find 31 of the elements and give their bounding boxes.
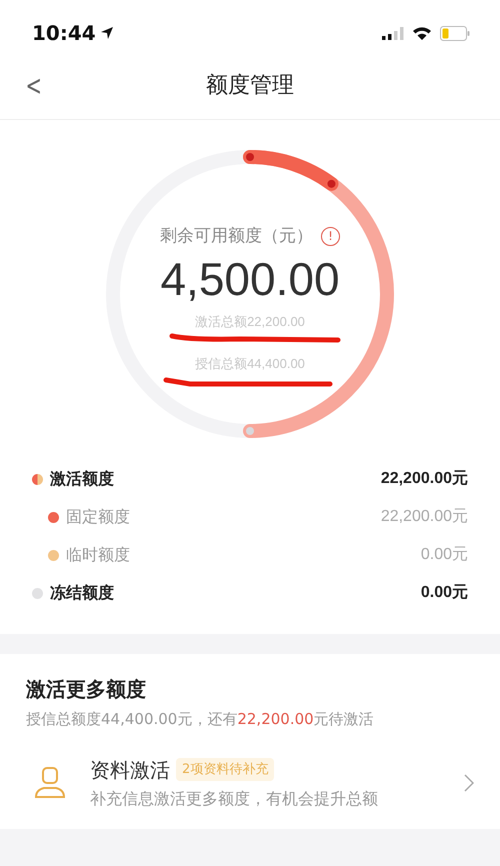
status-time: 10:44	[32, 20, 96, 47]
info-icon[interactable]: !	[321, 227, 340, 246]
person-icon	[34, 766, 66, 800]
entry-description: 补充信息激活更多额度，有机会提升总额	[90, 788, 379, 810]
quota-value: 0.00元	[420, 583, 468, 603]
ring-label: 剩余可用额度（元）	[160, 225, 313, 248]
wifi-icon	[412, 26, 432, 40]
chevron-right-icon	[464, 774, 474, 792]
quota-value: 0.00元	[420, 545, 468, 565]
arc-end-dot	[246, 427, 254, 435]
activation-entry[interactable]: 资料激活 2项资料待补充 补充信息激活更多额度，有机会提升总额	[26, 754, 474, 810]
section-title: 激活更多额度	[26, 676, 147, 703]
quota-value: 22,200.00元	[380, 507, 468, 527]
quota-label: 临时额度	[66, 544, 130, 566]
page-title: 额度管理	[206, 72, 294, 100]
entry-title: 资料激活	[90, 756, 170, 784]
location-arrow-icon	[100, 26, 114, 40]
active-total: 激活总额22,200.00	[194, 313, 306, 332]
arc-end-dot	[246, 153, 254, 161]
pending-tag: 2项资料待补充	[176, 758, 274, 782]
battery-icon	[440, 26, 470, 40]
quota-label: 冻结额度	[50, 582, 114, 604]
signal-icon	[382, 26, 404, 40]
arc-end-dot	[327, 180, 336, 188]
remaining-amount: 4,500.00	[159, 254, 341, 304]
quota-value: 22,200.00元	[380, 469, 468, 489]
credit-total: 授信总额44,400.00	[194, 354, 306, 373]
quota-label: 激活额度	[50, 468, 114, 490]
quota-label: 固定额度	[66, 506, 130, 528]
back-button[interactable]: <	[20, 68, 48, 104]
credit-summary: 授信总额度44,400.00元，还有22,200.00元待激活	[26, 709, 375, 730]
